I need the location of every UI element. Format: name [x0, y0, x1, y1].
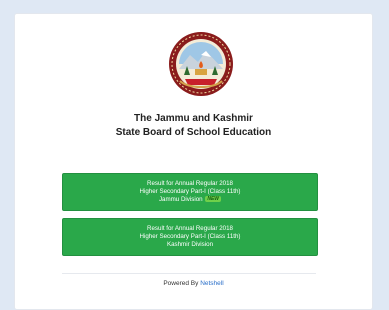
result-class: Higher Secondary Part-I (Class 11th) — [139, 188, 241, 195]
main-card: The Jammu and Kashmir State Board of Sch… — [14, 13, 373, 310]
result-title: Result for Annual Regular 2018 — [147, 180, 233, 187]
result-class: Higher Secondary Part-I (Class 11th) — [139, 233, 241, 240]
result-division: Jammu Division — [158, 196, 203, 203]
new-badge: NEW — [205, 196, 222, 203]
result-title: Result for Annual Regular 2018 — [147, 225, 233, 232]
footer-divider — [62, 273, 316, 274]
page-title-line2: State Board of School Education — [115, 127, 272, 138]
footer-prefix: Powered By — [163, 280, 199, 287]
result-division: Kashmir Division — [166, 241, 214, 248]
board-seal-logo-icon — [169, 32, 233, 96]
footer: Powered By Netshell — [15, 280, 372, 287]
netshell-link[interactable]: Netshell — [200, 280, 223, 287]
result-button-jammu[interactable]: Result for Annual Regular 2018 Higher Se… — [62, 173, 318, 211]
page-title-line1: The Jammu and Kashmir — [134, 113, 253, 124]
result-button-kashmir[interactable]: Result for Annual Regular 2018 Higher Se… — [62, 218, 318, 256]
result-division-row: Jammu Division NEW — [63, 196, 317, 204]
